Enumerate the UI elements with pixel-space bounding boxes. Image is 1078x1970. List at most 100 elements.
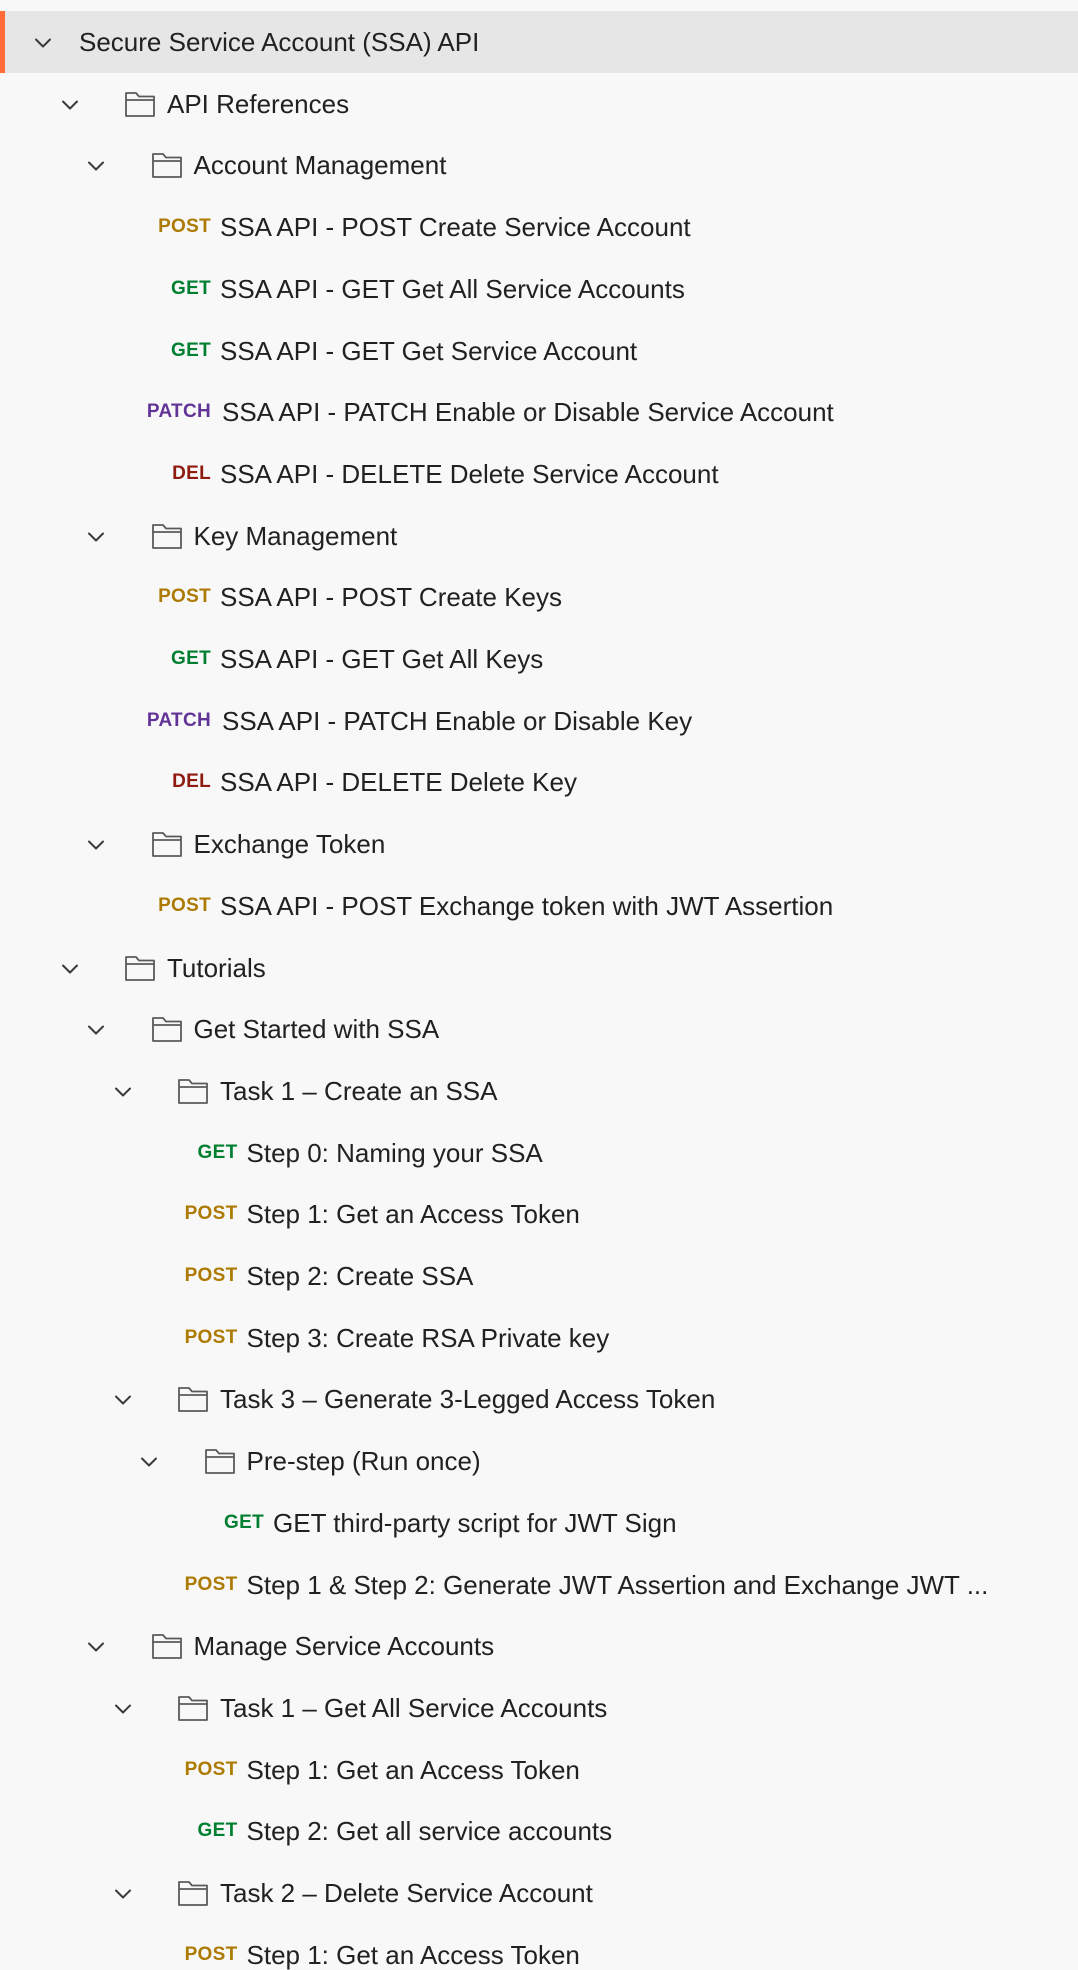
request-row[interactable]: POST SSA API - POST Create Service Accoun… xyxy=(0,196,1078,258)
chevron-down-icon[interactable] xyxy=(87,1638,105,1656)
folder-row[interactable]: Manage Service Accounts xyxy=(0,1615,1078,1677)
chevron-down-icon[interactable] xyxy=(34,34,52,52)
request-row[interactable]: GET SSA API - GET Get Service Account xyxy=(0,320,1078,382)
folder-row[interactable]: API References xyxy=(0,73,1078,135)
folder-label: Exchange Token xyxy=(193,829,386,860)
request-label: SSA API - POST Exchange token with JWT A… xyxy=(220,890,834,921)
folder-label: Key Management xyxy=(193,520,398,551)
request-row[interactable]: POST Step 3: Create RSA Private key xyxy=(0,1307,1078,1369)
folder-row[interactable]: Pre-step (Run once) xyxy=(0,1430,1078,1492)
method-badge: POST xyxy=(184,1326,238,1348)
method-badge: POST xyxy=(184,1758,238,1780)
chevron-down-icon[interactable] xyxy=(61,96,79,114)
folder-icon xyxy=(124,90,156,118)
chevron-down-icon[interactable] xyxy=(87,1021,105,1039)
folder-row[interactable]: Task 1 – Get All Service Accounts xyxy=(0,1677,1078,1739)
request-label: Step 0: Naming your SSA xyxy=(246,1137,543,1168)
request-label: SSA API - GET Get All Keys xyxy=(220,644,544,674)
request-label: SSA API - PATCH Enable or Disable Key xyxy=(222,705,693,736)
method-badge: POST xyxy=(158,894,211,916)
collection-row[interactable]: Secure Service Account (SSA) API xyxy=(0,11,1078,73)
method-badge: GET xyxy=(224,1511,264,1533)
folder-row[interactable]: Exchange Token xyxy=(0,813,1078,875)
folder-label: Tutorials xyxy=(167,952,266,983)
folder-row[interactable]: Tutorials xyxy=(0,937,1078,999)
request-row[interactable]: PATCH SSA API - PATCH Enable or Disable K… xyxy=(0,690,1078,752)
request-label: Step 1: Get an Access Token xyxy=(246,1199,580,1230)
collection-label: Secure Service Account (SSA) API xyxy=(79,27,480,57)
chevron-down-icon[interactable] xyxy=(87,836,105,854)
request-label: SSA API - POST Create Keys xyxy=(220,582,562,613)
folder-icon xyxy=(177,1385,209,1413)
method-badge: POST xyxy=(184,1943,238,1965)
folder-label: Manage Service Accounts xyxy=(193,1631,495,1662)
folder-label: Task 2 – Delete Service Account xyxy=(220,1878,593,1908)
request-row[interactable]: POST Step 1 & Step 2: Generate JWT Assert… xyxy=(0,1554,1078,1616)
folder-label: Task 3 – Generate 3-Legged Access Token xyxy=(220,1384,716,1415)
request-label: SSA API - GET Get All Service Accounts xyxy=(220,273,685,304)
folder-label: API References xyxy=(167,88,350,119)
chevron-down-icon[interactable] xyxy=(87,528,105,546)
request-row[interactable]: GET GET third-party script for JWT Sign xyxy=(0,1492,1078,1554)
method-badge: DEL xyxy=(172,462,211,484)
request-row[interactable]: GET Step 2: Get all service accounts xyxy=(0,1800,1078,1862)
request-row[interactable]: PATCH SSA API - PATCH Enable or Disable S… xyxy=(0,381,1078,443)
chevron-down-icon[interactable] xyxy=(87,157,105,175)
folder-icon xyxy=(151,1015,183,1043)
folder-icon xyxy=(177,1879,209,1907)
request-row[interactable]: POST Step 1: Get an Access Token xyxy=(0,1739,1078,1801)
request-label: SSA API - DELETE Delete Service Account xyxy=(220,458,719,489)
method-badge: GET xyxy=(197,1141,238,1163)
method-badge: POST xyxy=(158,216,211,238)
request-row[interactable]: POST Step 2: Create SSA xyxy=(0,1245,1078,1307)
request-label: Step 2: Get all service accounts xyxy=(246,1816,613,1847)
folder-row[interactable]: Key Management xyxy=(0,505,1078,567)
chevron-down-icon[interactable] xyxy=(114,1391,132,1409)
request-row[interactable]: POST SSA API - POST Create Keys xyxy=(0,566,1078,628)
folder-icon xyxy=(177,1077,209,1105)
request-row[interactable]: POST SSA API - POST Exchange token with J… xyxy=(0,875,1078,937)
folder-row[interactable]: Task 1 – Create an SSA xyxy=(0,1060,1078,1122)
request-label: Step 1: Get an Access Token xyxy=(246,1939,580,1970)
request-row[interactable]: POST Step 1: Get an Access Token xyxy=(0,1183,1078,1245)
chevron-down-icon[interactable] xyxy=(114,1700,132,1718)
folder-row[interactable]: Task 3 – Generate 3-Legged Access Token xyxy=(0,1368,1078,1430)
folder-label: Pre-step (Run once) xyxy=(246,1446,481,1477)
request-row[interactable]: GET Step 0: Naming your SSA xyxy=(0,1122,1078,1184)
request-label: Step 3: Create RSA Private key xyxy=(246,1322,610,1353)
method-badge: POST xyxy=(184,1203,238,1225)
method-badge: PATCH xyxy=(146,401,211,423)
method-badge: POST xyxy=(184,1265,238,1286)
request-label: GET third-party script for JWT Sign xyxy=(273,1507,677,1538)
chevron-down-icon[interactable] xyxy=(114,1083,132,1101)
collection-tree: Secure Service Account (SSA) API API Refe… xyxy=(0,0,1078,1970)
method-badge: POST xyxy=(184,1573,238,1595)
folder-icon xyxy=(151,1632,183,1660)
folder-label: Task 1 – Create an SSA xyxy=(220,1075,498,1106)
folder-label: Account Management xyxy=(193,150,447,181)
chevron-down-icon[interactable] xyxy=(114,1885,132,1903)
request-row[interactable]: DEL SSA API - DELETE Delete Key xyxy=(0,751,1078,813)
method-badge: GET xyxy=(171,339,211,361)
request-label: SSA API - POST Create Service Account xyxy=(220,212,691,243)
request-label: Step 2: Create SSA xyxy=(246,1261,474,1291)
chevron-down-icon[interactable] xyxy=(140,1453,158,1471)
method-badge: POST xyxy=(158,586,211,608)
folder-row[interactable]: Account Management xyxy=(0,134,1078,196)
folder-label: Task 1 – Get All Service Accounts xyxy=(220,1692,608,1723)
folder-icon xyxy=(151,151,183,179)
request-label: SSA API - GET Get Service Account xyxy=(220,335,638,366)
chevron-down-icon[interactable] xyxy=(61,960,79,978)
method-badge: DEL xyxy=(172,771,211,793)
folder-icon xyxy=(177,1694,209,1722)
method-badge: GET xyxy=(197,1820,238,1842)
request-label: Step 1: Get an Access Token xyxy=(246,1754,580,1785)
folder-row[interactable]: Get Started with SSA xyxy=(0,998,1078,1060)
request-row[interactable]: GET SSA API - GET Get All Keys xyxy=(0,628,1078,690)
request-row[interactable]: POST Step 1: Get an Access Token xyxy=(0,1924,1078,1970)
request-row[interactable]: GET SSA API - GET Get All Service Account… xyxy=(0,258,1078,320)
folder-icon xyxy=(204,1447,236,1475)
request-row[interactable]: DEL SSA API - DELETE Delete Service Accou… xyxy=(0,443,1078,505)
folder-label: Get Started with SSA xyxy=(193,1014,440,1045)
folder-row[interactable]: Task 2 – Delete Service Account xyxy=(0,1862,1078,1924)
